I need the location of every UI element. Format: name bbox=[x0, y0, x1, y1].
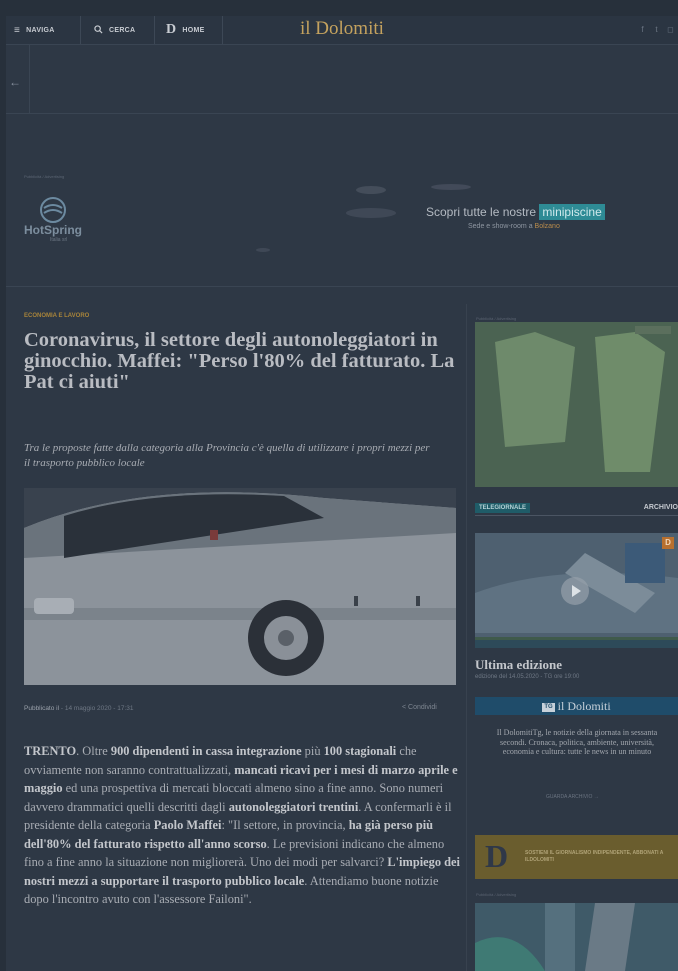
body-text: . Oltre bbox=[76, 744, 111, 758]
search-label: CERCA bbox=[109, 26, 136, 34]
body-strong: TRENTO bbox=[24, 744, 77, 758]
ad-highlight: minipiscine bbox=[539, 204, 605, 220]
article-hero-image bbox=[24, 488, 456, 685]
subscribe-promo-banner[interactable]: D SOSTIENI IL GIORNALISMO INDIPENDENTE, … bbox=[475, 835, 678, 879]
tg-brand-banner[interactable]: TG il Dolomiti bbox=[475, 697, 678, 715]
article-title: Coronavirus, il settore degli autonolegg… bbox=[24, 329, 455, 393]
ad-headline-text: Scopri tutte le nostre bbox=[426, 205, 537, 219]
tg-brand-name: il Dolomiti bbox=[557, 699, 611, 713]
body-strong: 100 stagionali bbox=[323, 744, 397, 758]
play-icon[interactable] bbox=[561, 577, 589, 605]
divider bbox=[154, 16, 155, 44]
tg-archive-link[interactable]: GUARDA ARCHIVIO → bbox=[546, 794, 599, 800]
divider bbox=[222, 16, 223, 44]
article-category[interactable]: ECONOMIA E LAVORO bbox=[24, 313, 89, 319]
tg-description: Il DolomitiTg, le notizie della giornata… bbox=[496, 728, 658, 756]
secondary-bar: ← bbox=[6, 45, 678, 114]
nav-menu-label: NAVIGA bbox=[26, 26, 55, 34]
tg-icon: TG bbox=[542, 703, 555, 712]
share-button[interactable]: < Condividi bbox=[402, 704, 437, 711]
ad-subline: Sede e show-room a Bolzano bbox=[468, 223, 560, 230]
sidebar-divider bbox=[466, 304, 467, 971]
ad-sub-text: Sede e show-room a bbox=[468, 223, 533, 230]
sidebar-advertisement[interactable] bbox=[475, 322, 678, 487]
article-body: TRENTO. Oltre 900 dipendenti in cassa in… bbox=[24, 742, 464, 909]
body-text: più bbox=[301, 744, 324, 758]
share-label: Condividi bbox=[408, 704, 437, 711]
twitter-icon[interactable]: t bbox=[652, 25, 661, 34]
ad-sub-location: Bolzano bbox=[534, 223, 560, 230]
edition-title[interactable]: Ultima edizione bbox=[475, 657, 562, 673]
facebook-icon[interactable]: f bbox=[638, 25, 647, 34]
page: ≡ NAVIGA CERCA D HOME il Dolomiti f t ◻ … bbox=[6, 16, 678, 971]
ad-headline: Scopri tutte le nostre minipiscine bbox=[426, 204, 605, 220]
video-logo-badge: D bbox=[662, 537, 674, 549]
ad-label: Pubblicità / Advertising bbox=[476, 316, 517, 321]
telegiornale-badge[interactable]: TELEGIORNALE bbox=[475, 503, 531, 513]
ad-label: Pubblicità / Advertising bbox=[476, 892, 517, 897]
telegiornale-header: TELEGIORNALE ARCHIVIO bbox=[475, 502, 678, 516]
nav-menu-button[interactable]: ≡ NAVIGA bbox=[14, 16, 55, 44]
hamburger-icon: ≡ bbox=[14, 24, 21, 36]
video-progress-bar[interactable] bbox=[475, 640, 678, 648]
share-icon: < bbox=[402, 704, 407, 711]
publish-label: Pubblicato il bbox=[24, 705, 60, 712]
edition-subtitle: edizione del 14.05.2020 - TG ore 19:00 bbox=[475, 674, 580, 680]
article-subtitle: Tra le proposte fatte dalla categoria al… bbox=[24, 442, 430, 469]
sidebar-advertisement-2[interactable] bbox=[475, 903, 678, 971]
search-button[interactable]: CERCA bbox=[94, 16, 135, 44]
splash-decoration bbox=[346, 208, 396, 218]
divider bbox=[475, 515, 678, 516]
home-button[interactable]: D HOME bbox=[166, 16, 205, 44]
top-advertisement-banner[interactable]: Pubblicità / Advertising HotSpring Itali… bbox=[6, 158, 678, 287]
divider bbox=[80, 16, 81, 44]
ad-brand: HotSpring bbox=[24, 223, 82, 237]
publish-date: - 14 maggio 2020 - 17:31 bbox=[60, 705, 134, 712]
archive-link[interactable]: ARCHIVIO bbox=[644, 504, 678, 511]
back-arrow-icon[interactable]: ← bbox=[9, 75, 21, 89]
instagram-icon[interactable]: ◻ bbox=[666, 25, 675, 34]
dolomiti-d-icon: D bbox=[166, 22, 177, 37]
video-player[interactable]: D bbox=[475, 533, 678, 648]
body-strong: 900 dipendenti in cassa integrazione bbox=[110, 744, 302, 758]
publish-info: Pubblicato il - 14 maggio 2020 - 17:31 bbox=[24, 705, 134, 712]
dolomiti-d-logo: D bbox=[485, 838, 509, 874]
body-text: : "Il settore, in provincia, bbox=[221, 818, 349, 832]
divider bbox=[29, 45, 30, 113]
top-navbar: ≡ NAVIGA CERCA D HOME il Dolomiti f t ◻ bbox=[6, 16, 678, 45]
ad-label: Pubblicità / Advertising bbox=[24, 174, 65, 179]
home-label: HOME bbox=[182, 26, 205, 34]
body-strong: autonoleggiatori trentini bbox=[228, 799, 359, 814]
promo-text: SOSTIENI IL GIORNALISMO INDIPENDENTE, AB… bbox=[525, 850, 664, 863]
body-strong: Paolo Maffei bbox=[153, 818, 222, 832]
ad-brand-sub: Italia srl bbox=[50, 237, 68, 243]
splash-decoration bbox=[431, 184, 471, 190]
splash-decoration bbox=[256, 248, 270, 252]
search-icon bbox=[94, 24, 103, 36]
splash-decoration bbox=[356, 186, 386, 194]
site-logo[interactable]: il Dolomiti bbox=[300, 18, 384, 40]
